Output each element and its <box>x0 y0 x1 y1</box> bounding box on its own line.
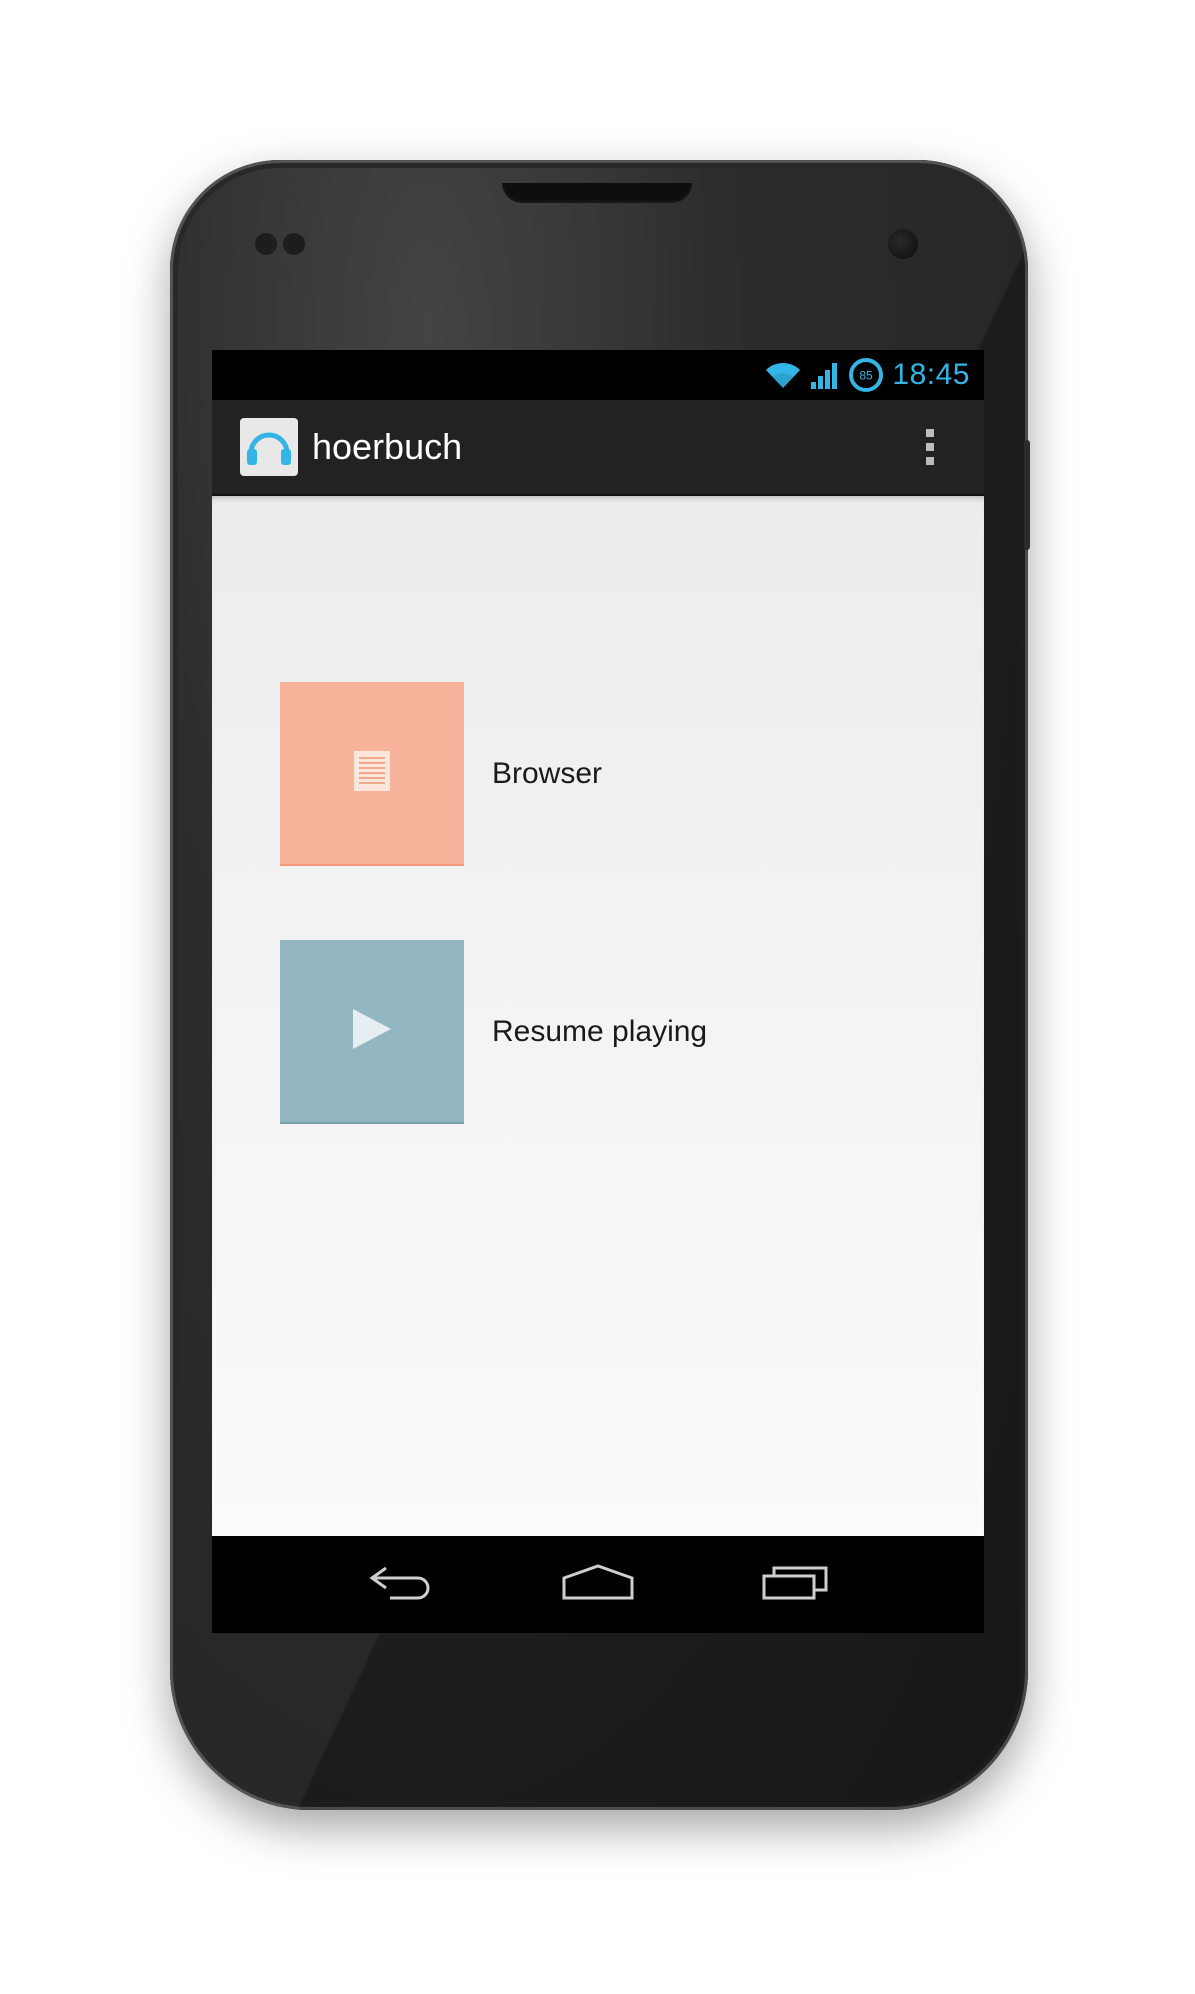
app-icon[interactable] <box>240 418 298 476</box>
play-icon <box>351 1007 393 1056</box>
earpiece-speaker <box>502 183 692 203</box>
document-icon <box>353 750 391 797</box>
overflow-menu-icon <box>926 429 934 437</box>
recent-apps-icon <box>760 1562 830 1607</box>
front-camera <box>888 229 918 259</box>
headphones-icon <box>245 423 293 472</box>
browser-label: Browser <box>492 757 603 790</box>
resume-playing-tile[interactable] <box>280 940 464 1124</box>
battery-icon: 85 <box>848 357 884 393</box>
menu-item-resume-playing[interactable]: Resume playing <box>280 940 840 1124</box>
navigation-bar <box>212 1536 984 1633</box>
home-button[interactable] <box>553 1555 643 1615</box>
light-sensor <box>283 233 305 255</box>
back-icon <box>366 1562 436 1607</box>
home-icon <box>560 1562 636 1607</box>
browser-tile[interactable] <box>280 682 464 866</box>
back-button[interactable] <box>356 1555 446 1615</box>
cell-signal-icon <box>810 360 840 390</box>
status-bar: 85 18:45 <box>212 350 984 400</box>
power-button <box>1024 440 1030 550</box>
action-bar: hoerbuch <box>212 400 984 496</box>
main-content: Browser Resume playing <box>212 496 984 1536</box>
overflow-menu-button[interactable] <box>918 422 942 472</box>
menu-item-browser[interactable]: Browser <box>280 682 840 866</box>
battery-level-text: 85 <box>860 369 874 383</box>
screen: 85 18:45 hoerbuch Browser Resume playing <box>212 350 984 1633</box>
proximity-sensor <box>255 233 277 255</box>
resume-playing-label: Resume playing <box>492 1015 708 1048</box>
recent-apps-button[interactable] <box>750 1555 840 1615</box>
app-title: hoerbuch <box>312 426 463 467</box>
status-clock: 18:45 <box>892 358 970 391</box>
wifi-icon <box>764 360 802 390</box>
